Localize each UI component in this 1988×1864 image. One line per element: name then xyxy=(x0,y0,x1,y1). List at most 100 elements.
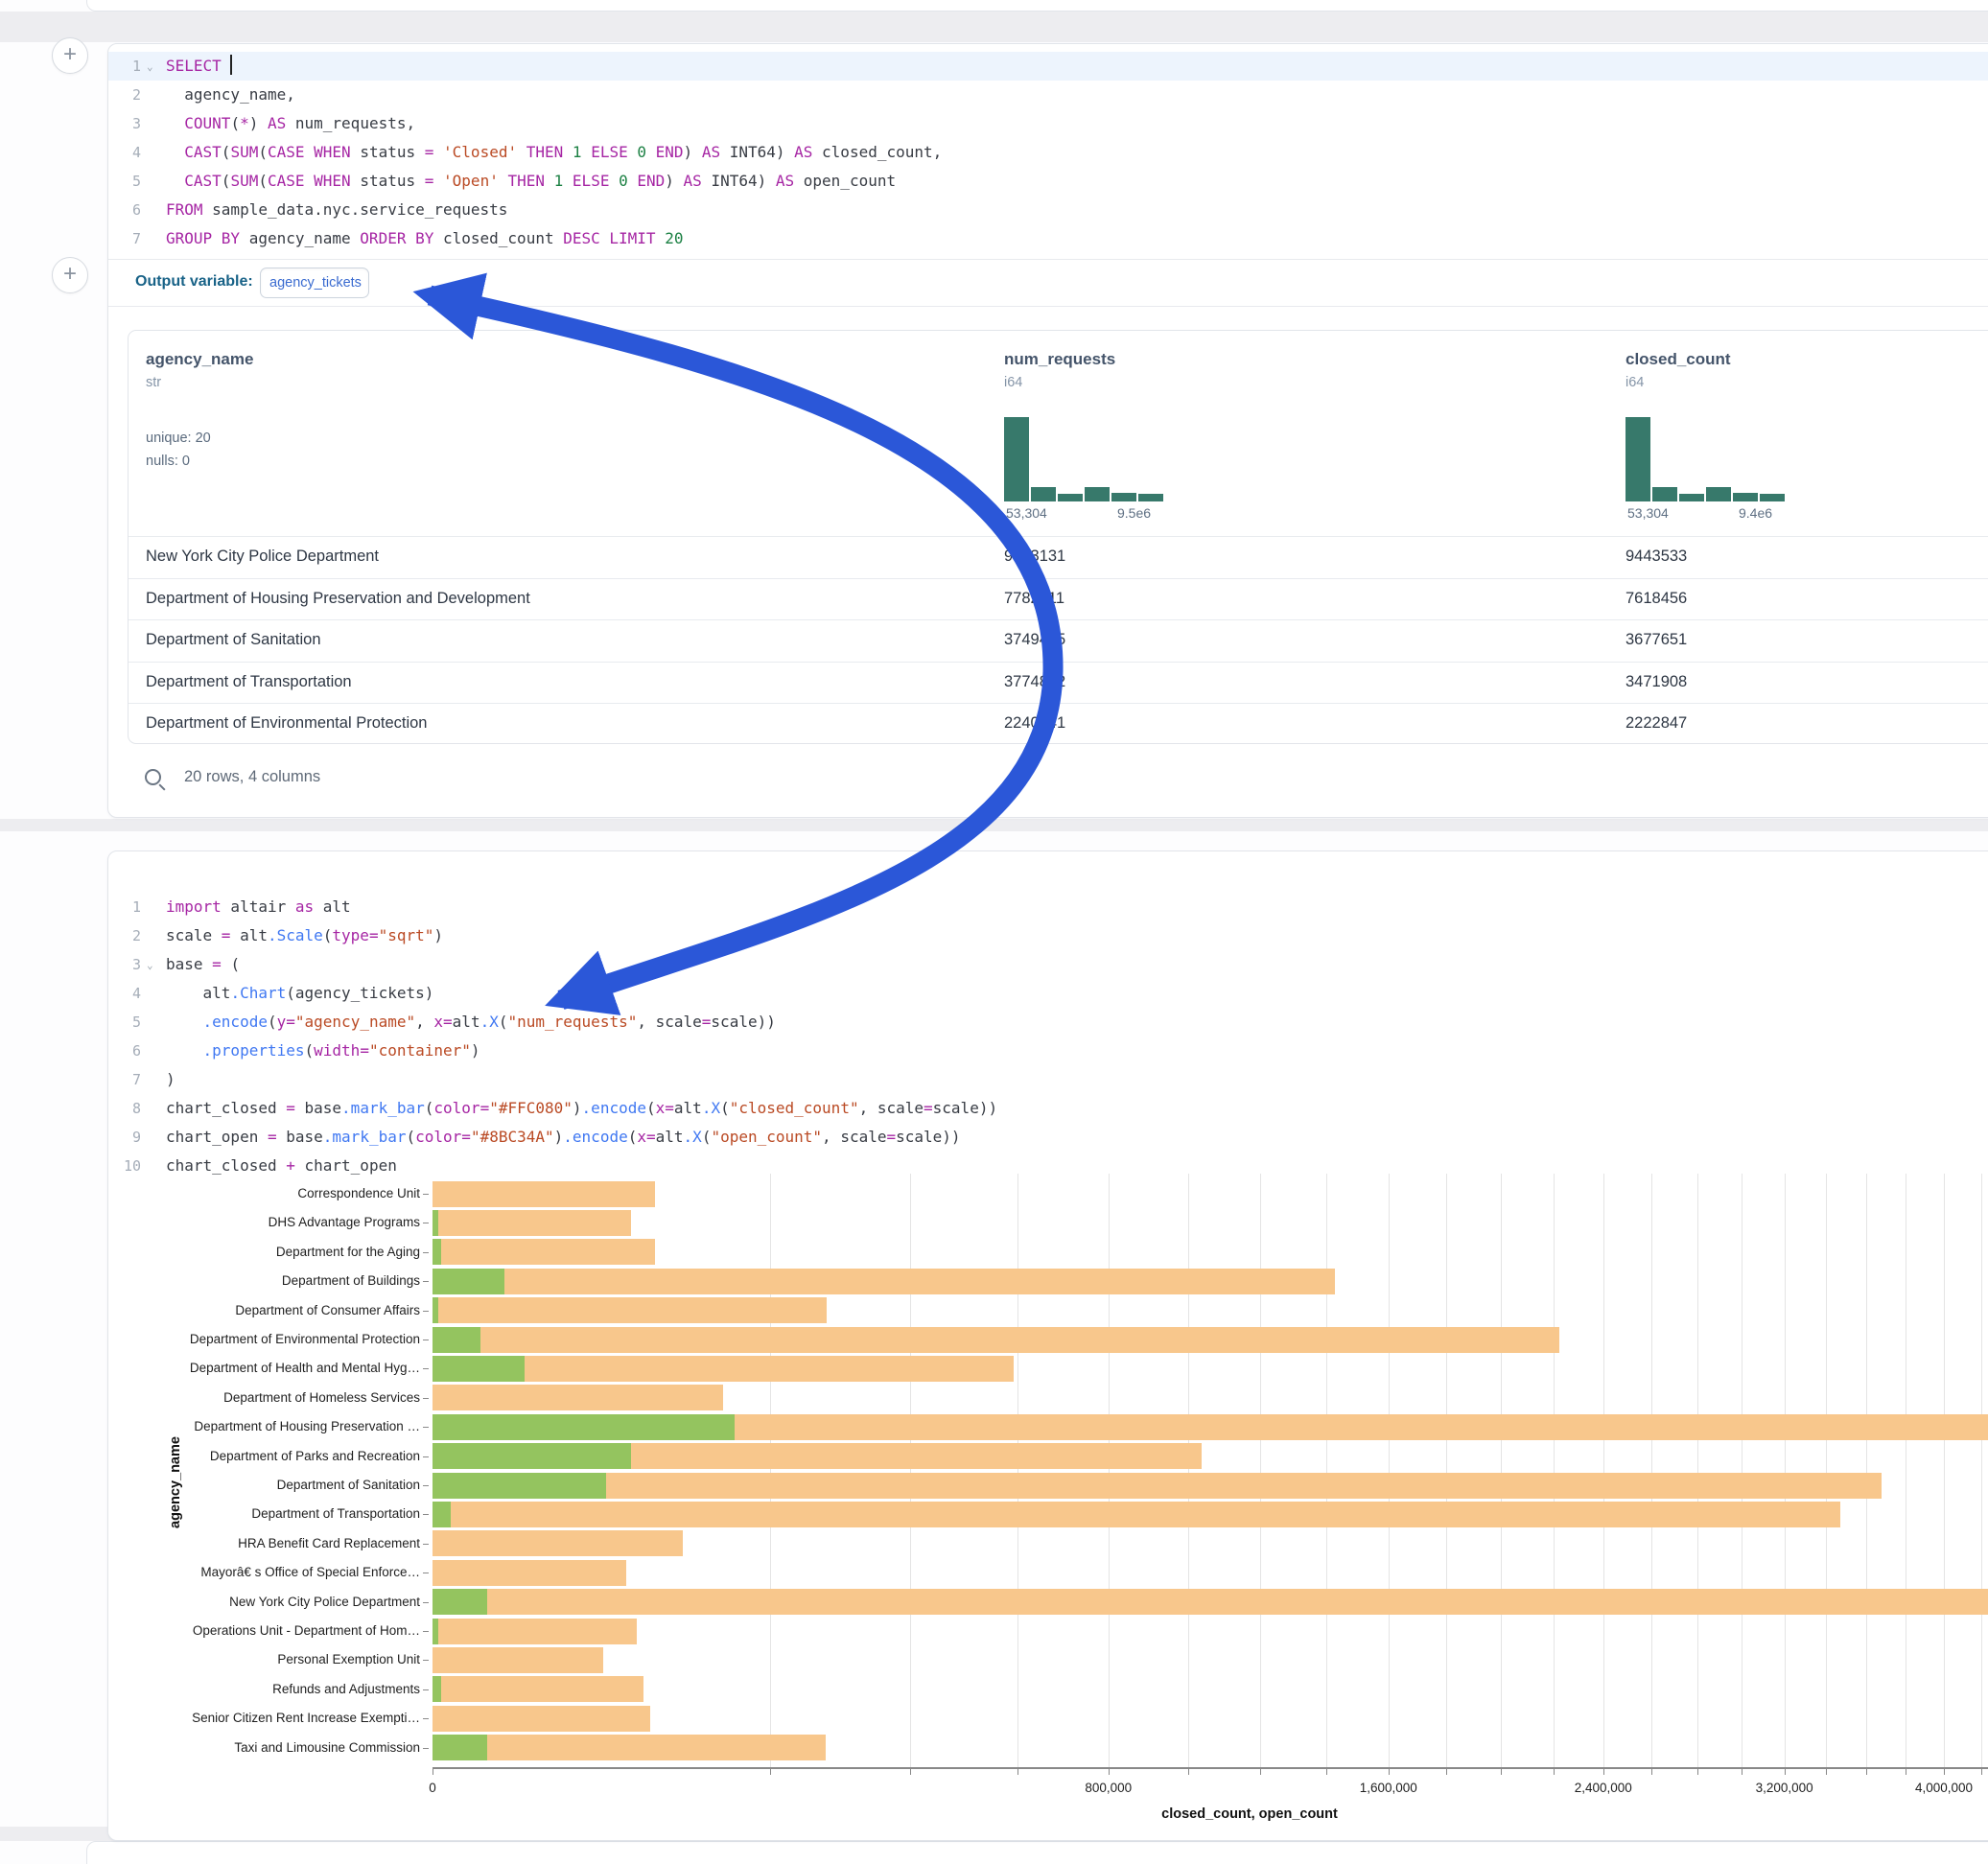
add-cell-button-output[interactable]: + xyxy=(52,257,88,293)
bar-open-count[interactable] xyxy=(433,1473,606,1499)
y-tick xyxy=(423,1252,429,1253)
bar-closed-count[interactable] xyxy=(433,1502,1840,1527)
table-cell: Department of Sanitation xyxy=(146,631,321,649)
code-line[interactable]: 9chart_open = base.mark_bar(color="#8BC3… xyxy=(108,1123,1988,1152)
bar-open-count[interactable] xyxy=(433,1269,504,1294)
code-line[interactable]: 8chart_closed = base.mark_bar(color="#FF… xyxy=(108,1094,1988,1123)
x-tick xyxy=(910,1769,911,1775)
bar-open-count[interactable] xyxy=(433,1414,735,1440)
bar-closed-count[interactable] xyxy=(433,1239,655,1265)
bar-open-count[interactable] xyxy=(433,1735,487,1760)
code-text: import altair as alt xyxy=(166,893,351,921)
x-tick xyxy=(1785,1769,1786,1775)
histogram-bar xyxy=(1760,494,1785,501)
code-text: base = ( xyxy=(166,950,240,979)
text-cursor xyxy=(230,55,232,75)
cell-gap-middle xyxy=(0,819,1988,831)
code-line[interactable]: 2scale = alt.Scale(type="sqrt") xyxy=(108,921,1988,950)
bar-closed-count[interactable] xyxy=(433,1647,603,1673)
bar-closed-count[interactable] xyxy=(433,1706,650,1732)
bar-closed-count[interactable] xyxy=(433,1735,826,1760)
sql-code-editor[interactable]: 1⌄SELECT 2 agency_name,3 COUNT(*) AS num… xyxy=(108,52,1988,253)
code-line[interactable]: 5 CAST(SUM(CASE WHEN status = 'Open' THE… xyxy=(108,167,1988,196)
cell-gap-top xyxy=(0,12,1988,42)
bar-open-count[interactable] xyxy=(433,1676,441,1702)
bar-open-count[interactable] xyxy=(433,1589,487,1615)
bar-closed-count[interactable] xyxy=(433,1619,637,1644)
table-row: Department of Housing Preservation and D… xyxy=(129,579,1988,620)
code-line[interactable]: 6 .properties(width="container") xyxy=(108,1037,1988,1065)
y-tick xyxy=(423,1718,429,1719)
y-axis-label: Department of Consumer Affairs xyxy=(120,1296,420,1325)
line-number: 1 xyxy=(108,52,141,81)
code-line[interactable]: 5 .encode(y="agency_name", x=alt.X("num_… xyxy=(108,1008,1988,1037)
bar-closed-count[interactable] xyxy=(433,1473,1882,1499)
bar-chart: Correspondence UnitDHS Advantage Program… xyxy=(108,1168,1988,1829)
code-line[interactable]: 3⌄base = ( xyxy=(108,950,1988,979)
bar-closed-count[interactable] xyxy=(433,1560,626,1586)
bar-open-count[interactable] xyxy=(433,1297,438,1323)
code-line[interactable]: 1import altair as alt xyxy=(108,893,1988,921)
output-variable-chip[interactable]: agency_tickets xyxy=(260,268,369,298)
code-line[interactable]: 7) xyxy=(108,1065,1988,1094)
code-line[interactable]: 1⌄SELECT xyxy=(108,52,1988,81)
x-tick xyxy=(1109,1769,1110,1775)
code-line[interactable]: 6FROM sample_data.nyc.service_requests xyxy=(108,196,1988,224)
bar-open-count[interactable] xyxy=(433,1239,441,1265)
bar-open-count[interactable] xyxy=(433,1327,480,1353)
bar-closed-count[interactable] xyxy=(433,1385,723,1410)
bar-closed-count[interactable] xyxy=(433,1210,631,1236)
x-axis-tick-label: 2,400,000 xyxy=(1575,1781,1632,1795)
bar-closed-count[interactable] xyxy=(433,1327,1559,1353)
code-line[interactable]: 3 COUNT(*) AS num_requests, xyxy=(108,109,1988,138)
table-cell: 9453131 xyxy=(1004,548,1065,566)
add-cell-button-top[interactable]: + xyxy=(52,37,88,74)
table-cell: New York City Police Department xyxy=(146,548,379,566)
bar-open-count[interactable] xyxy=(433,1356,525,1382)
y-tick xyxy=(423,1485,429,1486)
bar-closed-count[interactable] xyxy=(433,1589,1988,1615)
column-stat: unique: 20 xyxy=(146,431,211,446)
x-tick xyxy=(1826,1769,1827,1775)
bar-closed-count[interactable] xyxy=(433,1181,655,1207)
code-line[interactable]: 2 agency_name, xyxy=(108,81,1988,109)
column-title: closed_count xyxy=(1625,350,1731,369)
code-line[interactable]: 7GROUP BY agency_name ORDER BY closed_co… xyxy=(108,224,1988,253)
bar-open-count[interactable] xyxy=(433,1619,438,1644)
x-tick xyxy=(1866,1769,1867,1775)
y-axis-label: New York City Police Department xyxy=(120,1588,420,1617)
table-row: New York City Police Department945313194… xyxy=(129,537,1988,578)
y-axis-label: Department of Housing Preservation … xyxy=(120,1412,420,1441)
bar-closed-count[interactable] xyxy=(433,1530,683,1556)
bar-open-count[interactable] xyxy=(433,1210,438,1236)
python-code-editor[interactable]: 1import altair as alt2scale = alt.Scale(… xyxy=(108,893,1988,1180)
histogram-bar xyxy=(1111,493,1136,501)
x-tick xyxy=(1697,1769,1698,1775)
table-row: Department of Transportation377489234719… xyxy=(129,663,1988,704)
code-text: COUNT(*) AS num_requests, xyxy=(166,109,415,138)
x-axis-tick-label: 1,600,000 xyxy=(1360,1781,1417,1795)
histogram-min-label: 53,304 xyxy=(1006,505,1047,521)
y-tick xyxy=(423,1602,429,1603)
y-axis-label: Department of Sanitation xyxy=(120,1471,420,1500)
y-tick xyxy=(423,1398,429,1399)
code-text: CAST(SUM(CASE WHEN status = 'Closed' THE… xyxy=(166,138,942,167)
search-icon[interactable] xyxy=(145,769,161,785)
code-text: GROUP BY agency_name ORDER BY closed_cou… xyxy=(166,224,683,253)
bar-open-count[interactable] xyxy=(433,1502,451,1527)
bar-closed-count[interactable] xyxy=(433,1269,1335,1294)
x-axis-line xyxy=(433,1767,1988,1769)
x-tick xyxy=(1981,1769,1982,1775)
x-axis-tick-label: 4,000,000 xyxy=(1915,1781,1973,1795)
code-line[interactable]: 4 alt.Chart(agency_tickets) xyxy=(108,979,1988,1008)
histogram-bar xyxy=(1138,494,1163,501)
previous-cell-edge xyxy=(86,0,1988,12)
code-text: .encode(y="agency_name", x=alt.X("num_re… xyxy=(166,1008,776,1037)
bar-open-count[interactable] xyxy=(433,1443,631,1469)
bar-closed-count[interactable] xyxy=(433,1297,827,1323)
fold-chevron-icon[interactable]: ⌄ xyxy=(147,53,153,82)
code-line[interactable]: 4 CAST(SUM(CASE WHEN status = 'Closed' T… xyxy=(108,138,1988,167)
bar-closed-count[interactable] xyxy=(433,1676,643,1702)
fold-chevron-icon[interactable]: ⌄ xyxy=(147,951,153,980)
line-number: 6 xyxy=(108,1037,141,1065)
